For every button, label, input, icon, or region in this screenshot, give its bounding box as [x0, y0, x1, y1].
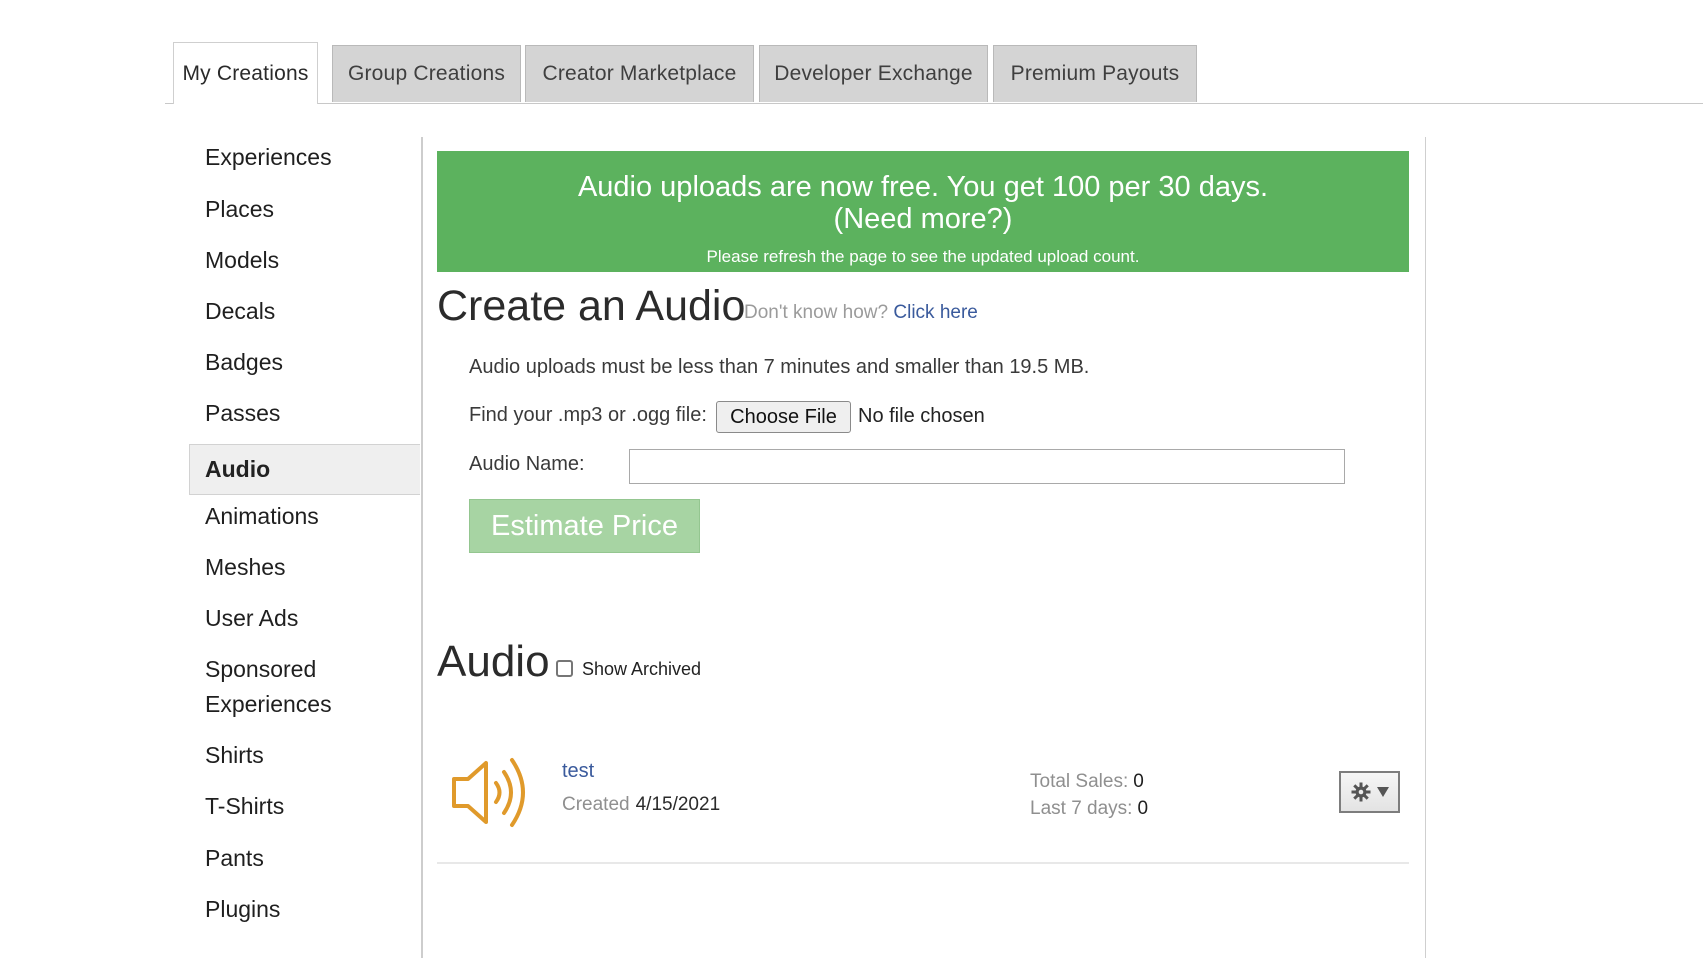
- sales-stats: Total Sales: 0 Last 7 days: 0: [1030, 768, 1148, 822]
- content-right-border: [1425, 137, 1426, 958]
- create-audio-heading: Create an Audio: [437, 282, 746, 330]
- tab-label: My Creations: [182, 61, 309, 85]
- gear-icon: [1351, 782, 1370, 802]
- audio-list-heading: Audio: [437, 637, 550, 686]
- speaker-icon: [452, 758, 525, 827]
- tab-group-creations[interactable]: Group Creations: [332, 45, 521, 102]
- estimate-price-button[interactable]: Estimate Price: [469, 499, 700, 553]
- created-value: 4/15/2021: [635, 794, 721, 815]
- sidebar-item-audio[interactable]: Audio: [189, 444, 420, 495]
- sidebar-item-pants[interactable]: Pants: [189, 841, 420, 876]
- click-here-link[interactable]: Click here: [893, 302, 977, 323]
- tab-label: Group Creations: [347, 62, 506, 85]
- sidebar-item-passes[interactable]: Passes: [189, 396, 420, 431]
- sidebar-nav: Experiences Places Models Decals Badges …: [189, 137, 423, 958]
- sidebar-item-models[interactable]: Models: [189, 243, 420, 278]
- sidebar-item-animations[interactable]: Animations: [189, 499, 420, 534]
- item-settings-dropdown[interactable]: [1339, 771, 1400, 813]
- audio-name-input[interactable]: [629, 449, 1345, 484]
- show-archived-checkbox[interactable]: [556, 660, 573, 677]
- chevron-down-icon: [1376, 787, 1389, 797]
- sidebar-item-shirts[interactable]: Shirts: [189, 738, 420, 773]
- tab-premium-payouts[interactable]: Premium Payouts: [993, 45, 1197, 102]
- need-more-link[interactable]: (Need more?): [437, 203, 1409, 235]
- last-7-days-value: 0: [1137, 798, 1149, 819]
- tab-label: Premium Payouts: [1010, 62, 1180, 85]
- sidebar-item-experiences[interactable]: Experiences: [189, 140, 420, 175]
- help-text: Don't know how? Click here: [744, 302, 978, 324]
- help-prefix: Don't know how?: [744, 302, 889, 323]
- total-sales-value: 0: [1133, 771, 1144, 792]
- creations-tab-bar: My Creations Group Creations Creator Mar…: [165, 42, 1703, 104]
- audio-name-label: Audio Name:: [469, 453, 585, 475]
- audio-name-link[interactable]: test: [562, 760, 594, 783]
- sidebar-item-t-shirts[interactable]: T-Shirts: [189, 789, 420, 824]
- total-sales-label: Total Sales:: [1030, 771, 1129, 792]
- sidebar-item-badges[interactable]: Badges: [189, 345, 420, 380]
- file-label: Find your .mp3 or .ogg file:: [469, 404, 707, 426]
- tab-my-creations[interactable]: My Creations: [173, 42, 318, 104]
- choose-file-button[interactable]: Choose File: [716, 401, 851, 433]
- file-status: No file chosen: [858, 405, 985, 427]
- row-divider: [437, 862, 1409, 864]
- created-date: Created 4/15/2021: [562, 794, 720, 816]
- sidebar-item-label: Experiences: [205, 691, 332, 717]
- sidebar-item-label: Sponsored: [205, 656, 317, 682]
- tab-label: Developer Exchange: [774, 62, 973, 85]
- banner-headline: Audio uploads are now free. You get 100 …: [577, 171, 1269, 203]
- upload-limits-text: Audio uploads must be less than 7 minute…: [469, 356, 1090, 378]
- created-label: Created: [562, 794, 630, 815]
- sidebar-item-plugins[interactable]: Plugins: [189, 892, 420, 927]
- free-uploads-banner: Audio uploads are now free. You get 100 …: [437, 151, 1409, 272]
- show-archived-label[interactable]: Show Archived: [582, 659, 701, 680]
- sidebar-item-decals[interactable]: Decals: [189, 294, 420, 329]
- sidebar-item-sponsored-experiences[interactable]: Sponsored Experiences: [189, 652, 420, 722]
- tab-creator-marketplace[interactable]: Creator Marketplace: [525, 45, 754, 102]
- sidebar-item-user-ads[interactable]: User Ads: [189, 601, 420, 636]
- banner-refresh-note: Please refresh the page to see the updat…: [706, 247, 1140, 266]
- tab-developer-exchange[interactable]: Developer Exchange: [759, 45, 988, 102]
- tab-label: Creator Marketplace: [542, 62, 737, 85]
- sidebar-item-meshes[interactable]: Meshes: [189, 550, 420, 585]
- last-7-days-label: Last 7 days:: [1030, 798, 1133, 819]
- sidebar-item-places[interactable]: Places: [189, 192, 420, 227]
